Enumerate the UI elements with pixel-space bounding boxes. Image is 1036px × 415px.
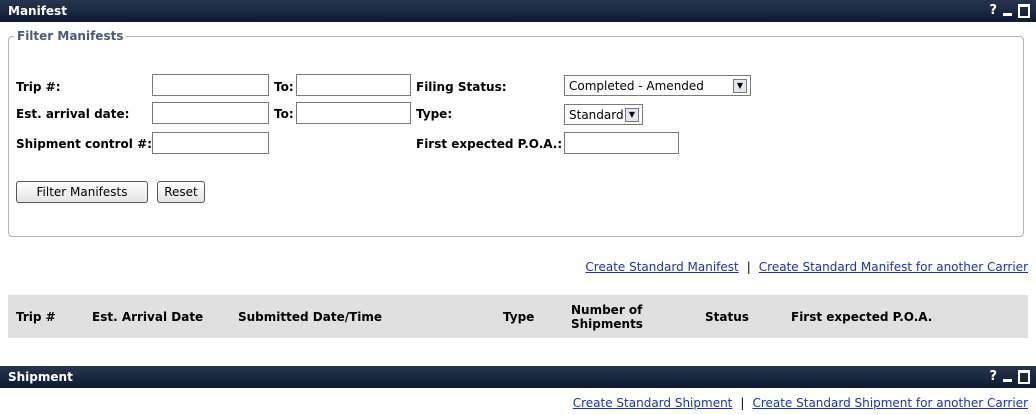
column-header-trip[interactable]: Trip # [8,310,84,324]
create-standard-shipment-link[interactable]: Create Standard Shipment [573,396,733,410]
link-separator: | [746,260,751,274]
first-poa-input[interactable] [564,132,679,154]
filter-legend: Filter Manifests [17,29,124,43]
shipment-control-input[interactable] [152,132,269,154]
est-arrival-label: Est. arrival date: [16,107,130,121]
minimize-icon[interactable] [1003,378,1012,382]
manifest-table-header: Trip # Est. Arrival Date Submitted Date/… [8,295,1028,338]
maximize-icon[interactable] [1018,369,1030,384]
type-select[interactable]: Standard ▼ [564,104,643,125]
column-header-type[interactable]: Type [495,310,563,324]
shipment-titlebar: Shipment ? [0,366,1036,388]
first-poa-label: First expected P.O.A.: [416,137,563,151]
manifest-links: Create Standard Manifest | Create Standard… [585,260,1028,274]
shipment-window-controls: ? [989,369,1030,384]
trip-to-label: To: [274,80,294,94]
filing-status-value: Completed - Amended [569,78,704,93]
minimize-icon[interactable] [1003,12,1012,16]
chevron-down-icon[interactable]: ▼ [733,78,747,93]
shipment-links: Create Standard Shipment | Create Standard… [573,396,1028,410]
est-arrival-from-input[interactable] [152,102,269,124]
filing-status-select[interactable]: Completed - Amended ▼ [564,75,751,96]
maximize-icon[interactable] [1018,3,1030,18]
filter-manifests-button[interactable]: Filter Manifests [16,181,148,203]
chevron-down-icon[interactable]: ▼ [625,107,639,122]
shipment-title: Shipment [8,370,73,384]
create-manifest-other-carrier-link[interactable]: Create Standard Manifest for another Car… [759,260,1028,274]
create-shipment-other-carrier-link[interactable]: Create Standard Shipment for another Car… [752,396,1028,410]
est-arrival-to-label: To: [274,107,294,121]
trip-to-input[interactable] [296,74,411,96]
trip-label: Trip #: [16,80,61,94]
est-arrival-to-input[interactable] [296,102,411,124]
column-header-status[interactable]: Status [697,310,783,324]
reset-button[interactable]: Reset [157,181,205,203]
link-separator: | [740,396,745,410]
help-icon[interactable]: ? [989,3,997,18]
column-header-submitted[interactable]: Submitted Date/Time [230,310,495,324]
help-icon[interactable]: ? [989,369,997,384]
manifest-titlebar: Manifest ? [0,0,1036,22]
type-label: Type: [416,107,453,121]
column-header-est-arrival[interactable]: Est. Arrival Date [84,310,230,324]
manifest-title: Manifest [8,4,67,18]
column-header-number-of-shipments[interactable]: Number of Shipments [563,303,697,331]
column-header-first-poa[interactable]: First expected P.O.A. [783,310,1028,324]
type-value: Standard [569,107,624,122]
trip-from-input[interactable] [152,74,269,96]
filing-status-label: Filing Status: [416,80,507,94]
manifest-window-controls: ? [989,3,1030,18]
shipment-control-label: Shipment control #: [16,137,152,151]
create-standard-manifest-link[interactable]: Create Standard Manifest [585,260,738,274]
